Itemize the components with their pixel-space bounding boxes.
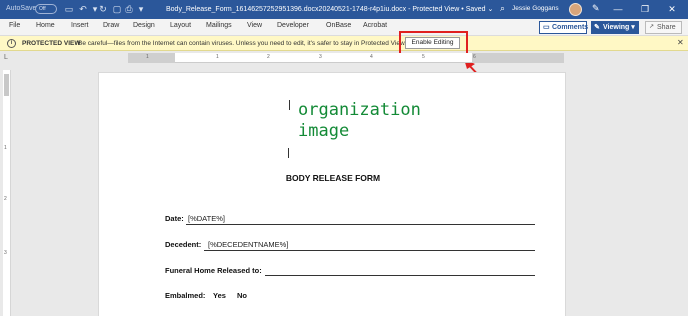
- tab-home[interactable]: Home: [36, 22, 55, 29]
- redo-icon[interactable]: ↻: [97, 3, 109, 15]
- ruler-right-margin: [472, 53, 564, 63]
- image-frame-mark: [289, 100, 290, 110]
- tab-draw[interactable]: Draw: [103, 22, 119, 29]
- text-cursor: [288, 148, 289, 158]
- vruler-number: 2: [4, 196, 7, 202]
- autosave-label: AutoSave: [6, 5, 37, 12]
- horizontal-ruler[interactable]: 1 1 2 3 4 5 6: [128, 53, 564, 63]
- document-filename: Body_Release_Form_16146257252951396.docx…: [166, 6, 407, 13]
- viewing-dropdown-icon: ▾: [629, 24, 635, 31]
- ruler-number: 1: [216, 54, 219, 60]
- title-dropdown-icon[interactable]: ⌄: [488, 6, 494, 13]
- comments-button[interactable]: ▭ Comments: [539, 21, 589, 34]
- ruler-number: 2: [267, 54, 270, 60]
- image-placeholder-line2: image: [298, 121, 350, 141]
- date-underline: [186, 224, 535, 225]
- tab-developer[interactable]: Developer: [277, 22, 309, 29]
- viewing-label: Viewing: [603, 24, 630, 31]
- pen-icon[interactable]: ✎: [592, 3, 600, 14]
- annotation-highlight-box: [399, 31, 468, 55]
- ruler-number: 1: [146, 54, 149, 60]
- ruler-left-margin: [128, 53, 175, 63]
- save-icon[interactable]: ▭: [63, 3, 75, 15]
- ribbon-tabs: File Home Insert Draw Design Layout Mail…: [0, 19, 688, 36]
- protected-view-bar: i PROTECTED VIEW Be careful—files from t…: [0, 36, 688, 51]
- organization-image-placeholder[interactable]: organization image: [298, 100, 421, 142]
- comment-icon: ▭: [543, 24, 550, 31]
- search-icon[interactable]: ⌕: [500, 3, 505, 14]
- date-label: Date:: [165, 214, 184, 223]
- decedent-underline: [204, 250, 535, 251]
- decedent-field-row: Decedent:: [165, 240, 201, 249]
- ruler-number: 3: [319, 54, 322, 60]
- undo-icon[interactable]: ↶: [77, 3, 89, 15]
- date-field-row: Date:: [165, 214, 184, 223]
- embalmed-label: Embalmed:: [165, 291, 206, 300]
- viewing-button[interactable]: ✎ Viewing ▾: [591, 21, 639, 34]
- vertical-ruler[interactable]: 1 2 3: [3, 70, 11, 316]
- funeral-home-label: Funeral Home Released to:: [165, 266, 262, 275]
- document-mode: Protected View: [412, 6, 460, 13]
- tab-acrobat[interactable]: Acrobat: [363, 22, 387, 29]
- tab-view[interactable]: View: [247, 22, 262, 29]
- funeral-home-underline[interactable]: [265, 275, 535, 276]
- embalmed-no-option[interactable]: No: [237, 291, 247, 300]
- info-icon: i: [7, 39, 16, 48]
- vruler-number: 1: [4, 145, 7, 151]
- close-window-icon[interactable]: ✕: [661, 1, 683, 17]
- tab-layout[interactable]: Layout: [170, 22, 191, 29]
- image-placeholder-line1: organization: [298, 100, 421, 120]
- form-title: BODY RELEASE FORM: [285, 173, 381, 183]
- document-page[interactable]: organization image BODY RELEASE FORM Dat…: [98, 72, 566, 316]
- minimize-icon[interactable]: —: [607, 1, 629, 17]
- ruler-number: 5: [422, 54, 425, 60]
- tab-design[interactable]: Design: [133, 22, 155, 29]
- embalmed-yes-option[interactable]: Yes: [213, 291, 226, 300]
- comments-label: Comments: [552, 24, 589, 31]
- ruler-number: 6: [473, 54, 476, 60]
- title-bar: AutoSave Off ▭ ↶ ▾ ↻ ▢ ⎙ ▾ Body_Release_…: [0, 0, 688, 19]
- share-button[interactable]: ↗ Share: [645, 21, 682, 34]
- tab-mailings[interactable]: Mailings: [206, 22, 232, 29]
- vertical-ruler-margin: [4, 74, 9, 96]
- decedent-label: Decedent:: [165, 240, 202, 249]
- protected-view-message: Be careful—files from the Internet can c…: [78, 40, 407, 47]
- autosave-toggle[interactable]: Off: [35, 4, 57, 14]
- user-name[interactable]: Jessie Goggans: [512, 5, 559, 12]
- restore-icon[interactable]: ❐: [634, 1, 656, 17]
- save-state: Saved: [465, 6, 486, 13]
- protected-view-label: PROTECTED VIEW: [22, 40, 81, 47]
- viewing-icon: ✎: [594, 24, 600, 31]
- decedent-value[interactable]: [%DECEDENTNAME%]: [208, 240, 288, 249]
- document-title: Body_Release_Form_16146257252951396.docx…: [166, 5, 493, 13]
- ruler-number: 4: [370, 54, 373, 60]
- funeral-home-field-row: Funeral Home Released to:: [165, 266, 262, 275]
- close-bar-icon[interactable]: ✕: [677, 38, 684, 47]
- tab-insert[interactable]: Insert: [71, 22, 89, 29]
- touch-mode-icon[interactable]: ▢: [111, 3, 123, 15]
- avatar[interactable]: [569, 3, 582, 16]
- customize-quick-access-icon[interactable]: ▾: [135, 3, 147, 15]
- date-value[interactable]: [%DATE%]: [188, 214, 225, 223]
- share-label: Share: [657, 24, 676, 31]
- embalmed-field-row: Embalmed:: [165, 291, 205, 300]
- print-icon[interactable]: ⎙: [123, 3, 135, 15]
- tab-selector-icon[interactable]: L: [4, 54, 8, 61]
- tab-onbase[interactable]: OnBase: [326, 22, 351, 29]
- tab-file[interactable]: File: [9, 22, 20, 29]
- share-icon: ↗: [649, 24, 655, 30]
- vruler-number: 3: [4, 250, 7, 256]
